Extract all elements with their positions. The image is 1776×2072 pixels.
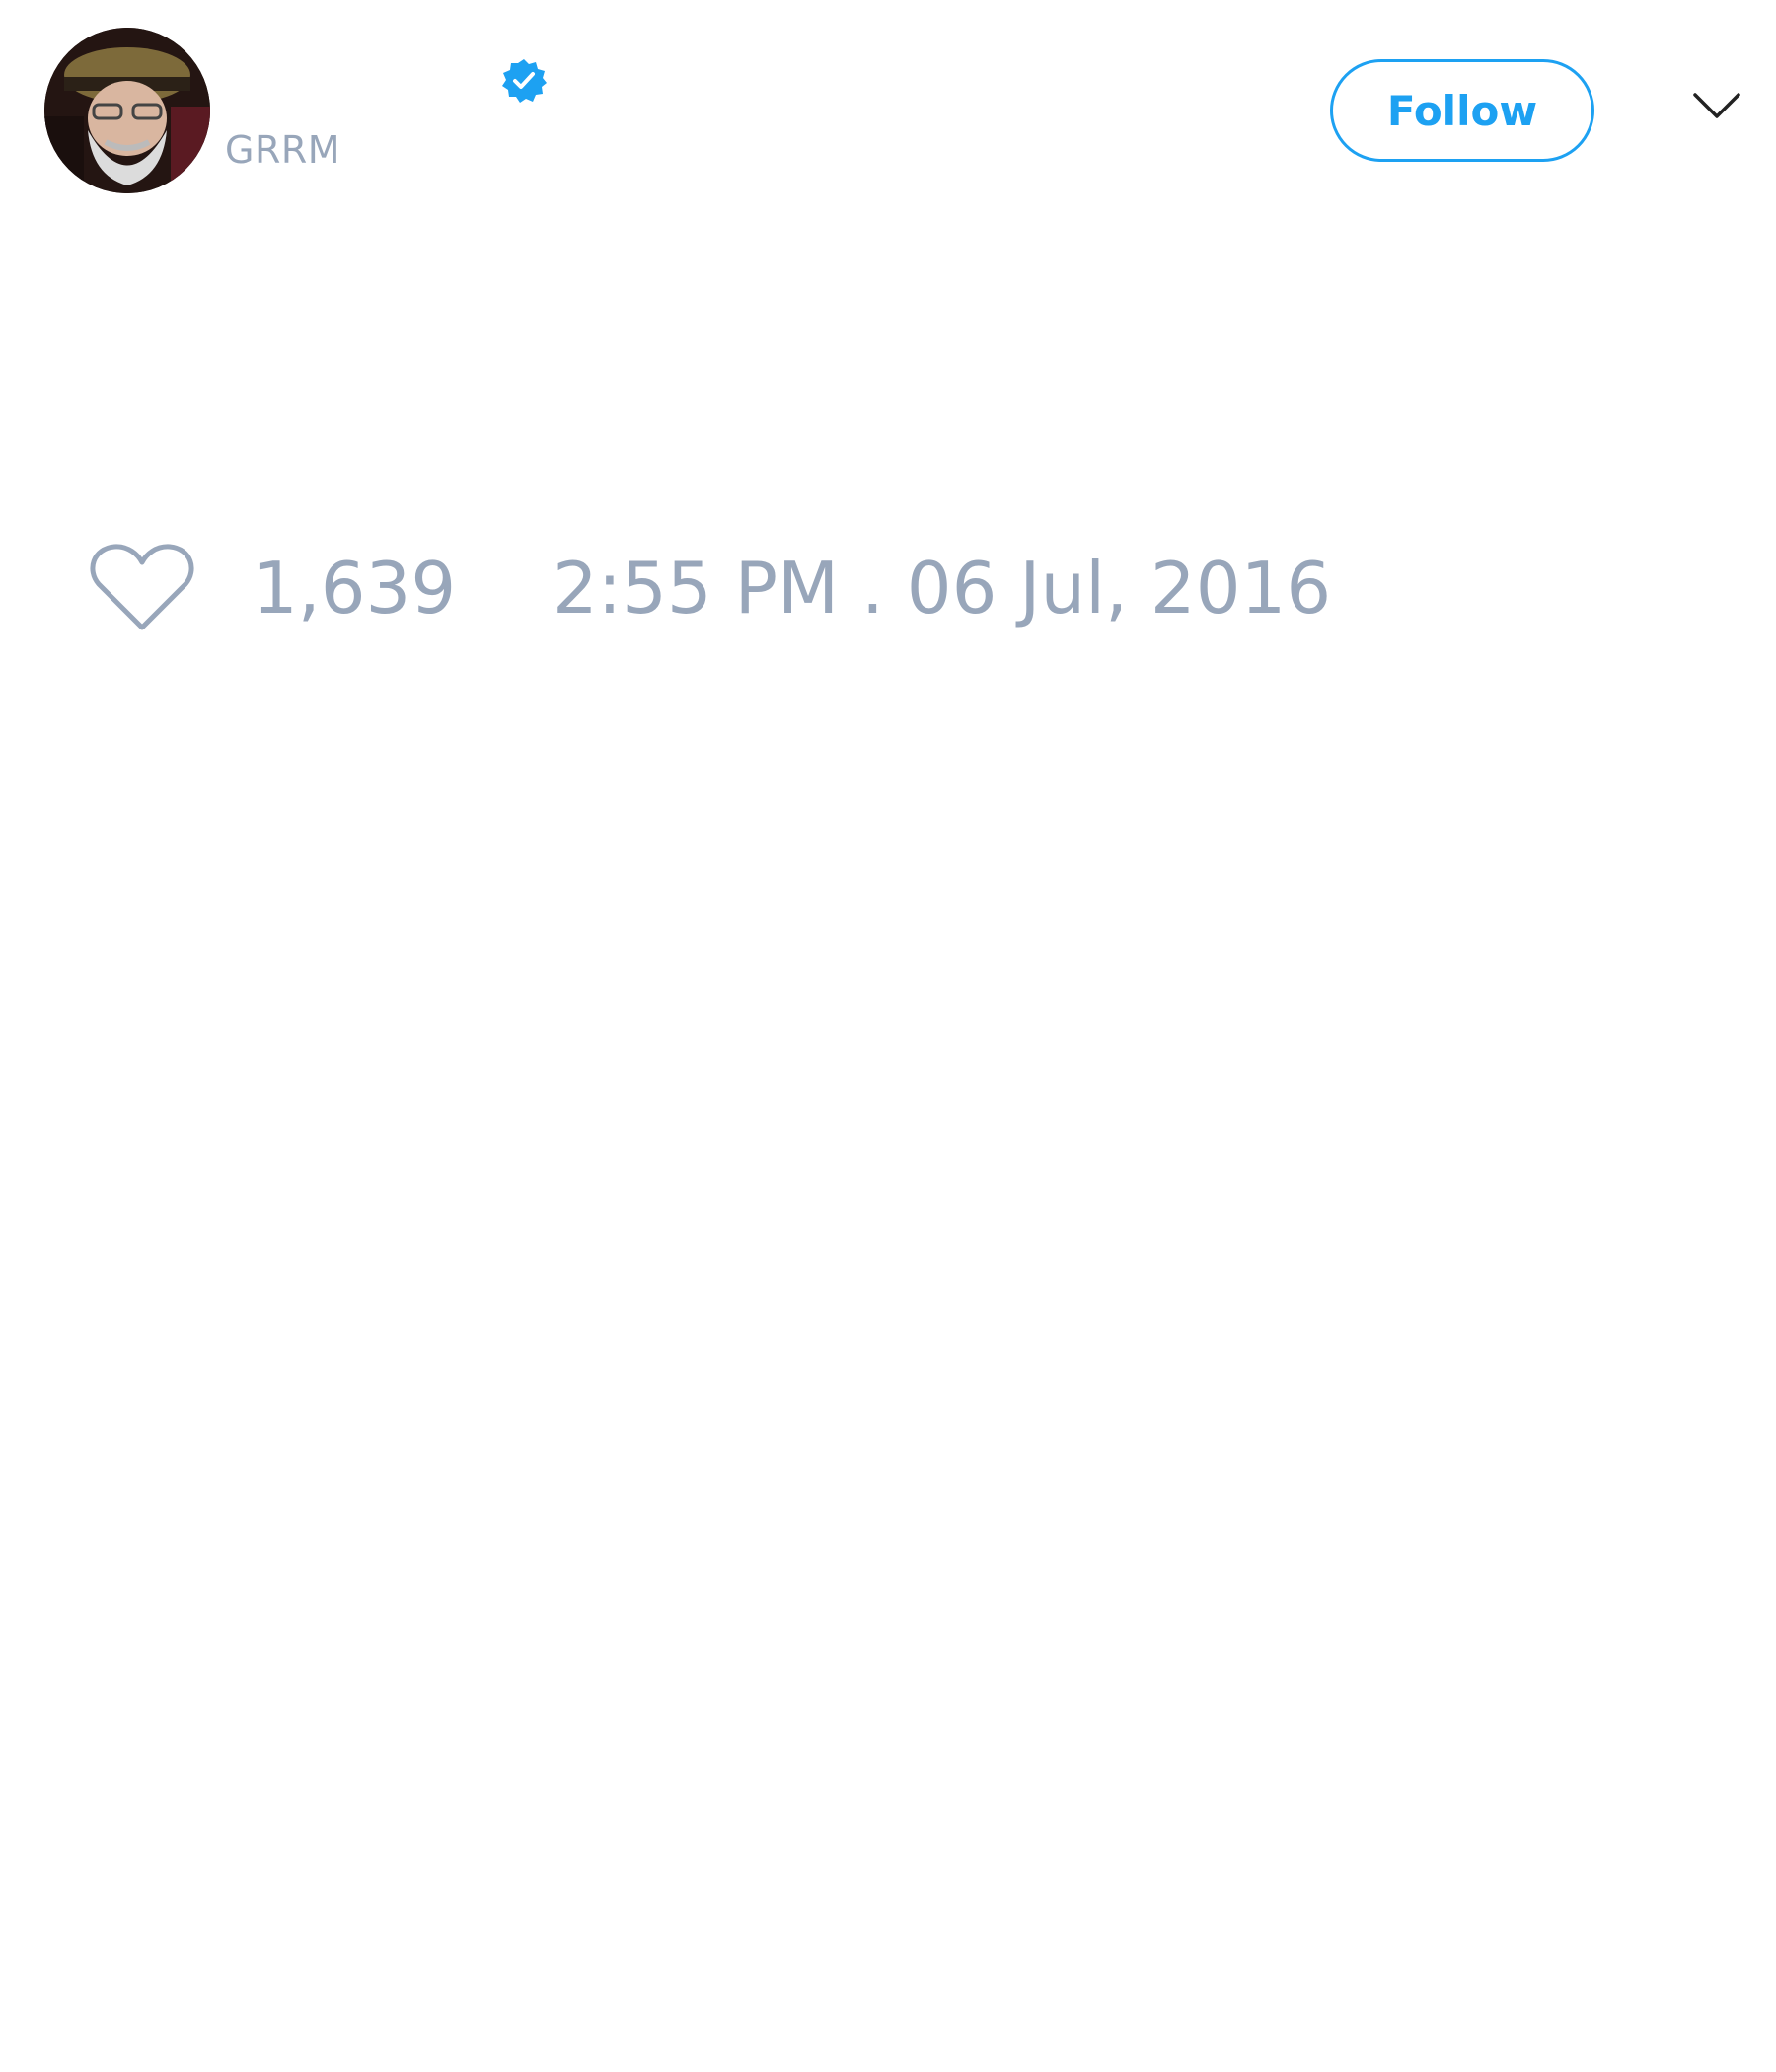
avatar[interactable] (44, 28, 210, 193)
chevron-down-icon[interactable] (1692, 91, 1741, 120)
heart-icon[interactable] (89, 541, 195, 635)
author-handle[interactable]: GRRM (225, 126, 340, 174)
tweet-timestamp[interactable]: 2:55 PM . 06 Jul, 2016 (553, 543, 1331, 633)
like-count: 1,639 (253, 547, 457, 629)
verified-badge-icon (502, 59, 547, 103)
author-photo (44, 28, 210, 193)
follow-button[interactable]: Follow (1330, 59, 1594, 162)
